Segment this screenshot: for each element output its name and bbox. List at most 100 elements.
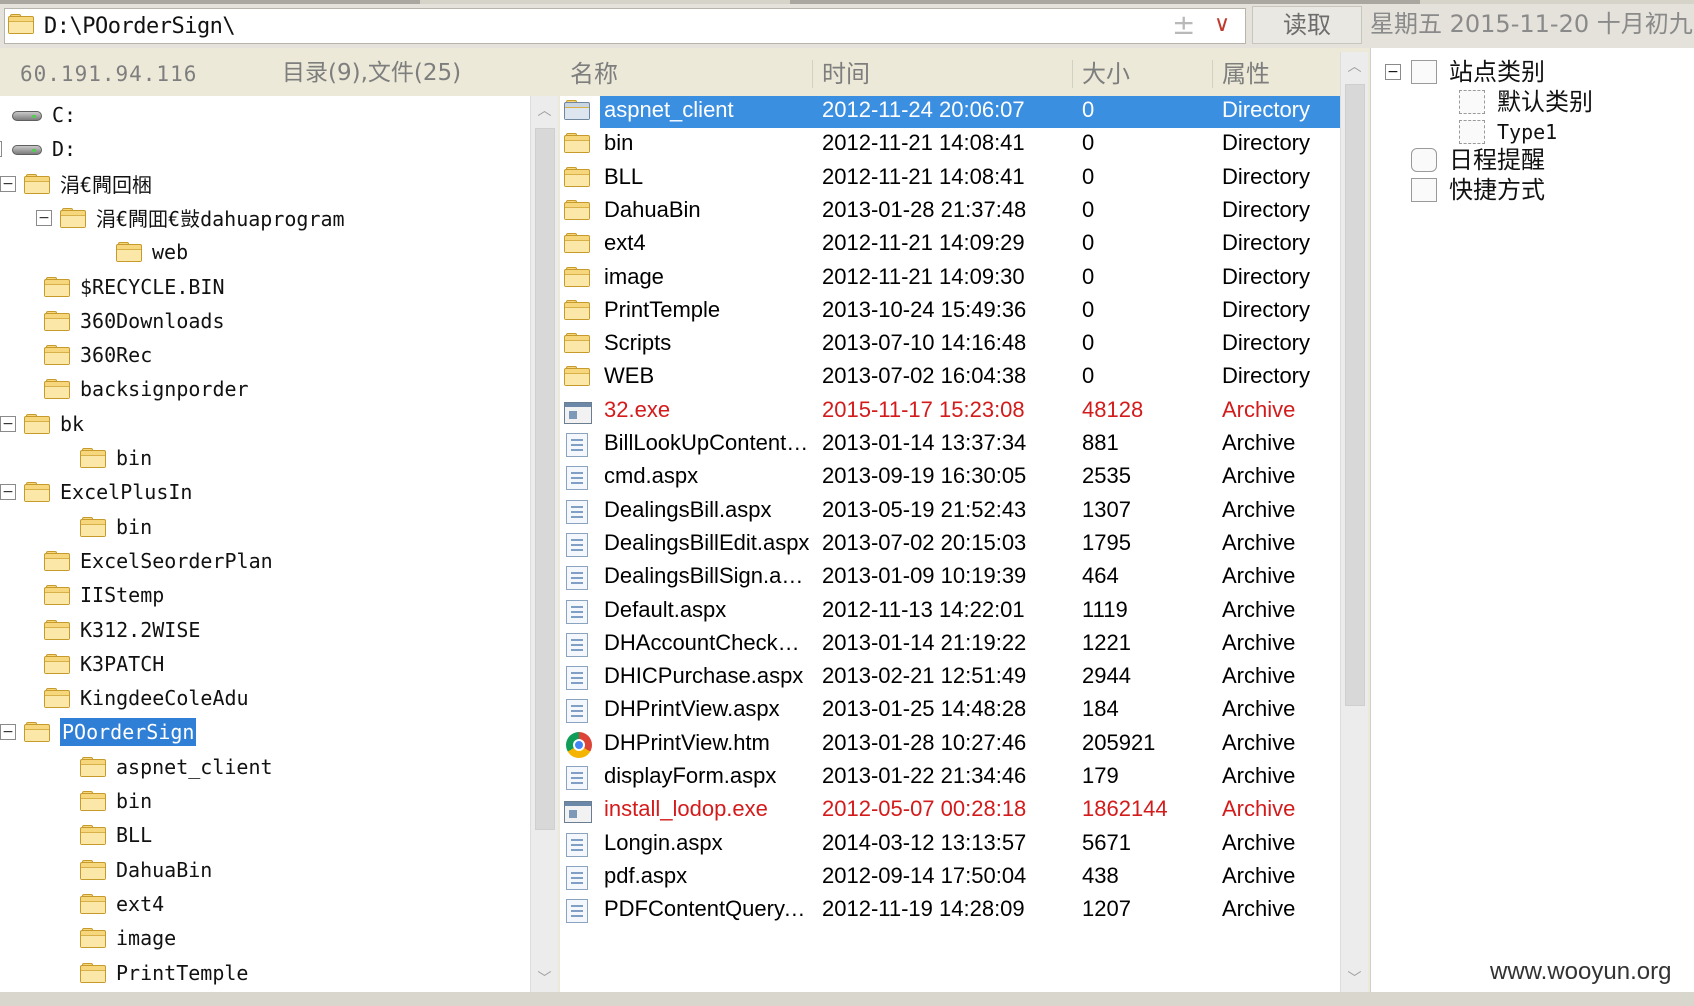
collapse-icon[interactable]: − — [0, 175, 16, 192]
tree-node-label[interactable]: C: — [52, 103, 76, 127]
file-row[interactable]: bin 2012-11-21 14:08:41 0 Directory — [560, 125, 1340, 161]
col-header-size[interactable]: 大小 — [1082, 58, 1130, 90]
file-row[interactable]: image 2012-11-21 14:09:30 0 Directory — [560, 259, 1340, 295]
category-default[interactable]: 默认类别 — [1459, 86, 1593, 118]
collapse-icon[interactable]: − — [0, 724, 16, 741]
tree-node-label[interactable]: PrintTemple — [116, 961, 248, 985]
tree-node[interactable]: bin — [80, 784, 152, 818]
tree-node[interactable]: bin — [80, 510, 152, 544]
tree-node-label[interactable]: K312.2WISE — [80, 618, 200, 642]
file-row[interactable]: DealingsBillEdit.aspx 2013-07-02 20:15:03… — [560, 525, 1340, 561]
col-header-name[interactable]: 名称 — [570, 58, 618, 90]
tree-node[interactable]: ExcelSeorderPlan — [44, 544, 273, 578]
file-row[interactable]: Default.aspx 2012-11-13 14:22:01 1119 Archi… — [560, 592, 1340, 628]
file-row[interactable]: DahuaBin 2013-01-28 21:37:48 0 Directory — [560, 192, 1340, 228]
file-row[interactable]: BLL 2012-11-21 14:08:41 0 Directory — [560, 159, 1340, 195]
tree-node[interactable]: aspnet_client — [80, 750, 273, 784]
tree-node-label[interactable]: DahuaBin — [116, 858, 212, 882]
file-row[interactable]: DHAccountCheckB... 2013-01-14 21:19:22 122… — [560, 625, 1340, 661]
tree-node-label[interactable]: bin — [116, 515, 152, 539]
tree-node-label[interactable]: aspnet_client — [116, 755, 273, 779]
scroll-down-icon[interactable]: ﹀ — [531, 968, 558, 988]
chevron-down-icon[interactable]: ∨ — [1214, 10, 1230, 40]
file-row[interactable]: Longin.aspx 2014-03-12 13:13:57 5671 Archiv… — [560, 825, 1340, 861]
tree-node[interactable]: − POorderSign — [0, 715, 197, 749]
col-divider[interactable] — [812, 60, 813, 88]
schedule-item[interactable]: 日程提醒 — [1411, 144, 1545, 176]
tree-node[interactable]: − D: — [0, 132, 76, 166]
file-row[interactable]: DHPrintView.aspx 2013-01-25 14:48:28 184 Ar… — [560, 691, 1340, 727]
col-header-attr[interactable]: 属性 — [1222, 58, 1270, 90]
tree-node-label[interactable]: bin — [116, 446, 152, 470]
tree-node[interactable]: 360Rec — [44, 338, 152, 372]
file-row[interactable]: cmd.aspx 2013-09-19 16:30:05 2535 Archive — [560, 458, 1340, 494]
tree-node-label[interactable]: D: — [52, 137, 76, 161]
tree-node[interactable]: − ExcelPlusIn — [0, 475, 192, 509]
tree-node[interactable]: image — [80, 921, 176, 955]
file-row[interactable]: DHICPurchase.aspx 2013-02-21 12:51:49 2944… — [560, 658, 1340, 694]
collapse-icon[interactable]: − — [36, 209, 52, 226]
tree-node[interactable]: $RECYCLE.BIN — [44, 270, 225, 304]
read-button[interactable]: 读取 — [1252, 6, 1362, 44]
collapse-icon[interactable]: − — [0, 141, 2, 158]
tree-node[interactable]: PrintTemple — [80, 956, 248, 990]
tree-node[interactable]: KingdeeColeAdu — [44, 681, 249, 715]
tree-node[interactable]: K312.2WISE — [44, 613, 200, 647]
tree-node-label[interactable]: $RECYCLE.BIN — [80, 275, 225, 299]
tree-node-label[interactable]: web — [152, 240, 188, 264]
tree-node[interactable]: − 涓€闁回梱 — [0, 167, 152, 201]
tree-node[interactable]: C: — [10, 98, 76, 132]
tree-node-label[interactable]: 涓€闁回梱 — [60, 169, 152, 198]
file-row[interactable]: displayForm.aspx 2013-01-22 21:34:46 179 Ar… — [560, 758, 1340, 794]
tree-node[interactable]: ext4 — [80, 887, 164, 921]
tree-node-label[interactable]: 360Downloads — [80, 309, 225, 333]
collapse-icon[interactable]: − — [0, 415, 16, 432]
scroll-up-icon[interactable]: ︿ — [531, 100, 558, 120]
col-divider[interactable] — [1212, 60, 1213, 88]
scroll-up-icon[interactable]: ︿ — [1341, 56, 1368, 76]
plus-icon[interactable]: ± — [1172, 10, 1195, 40]
tree-node-label[interactable]: 涓€闁囬€敱dahuaprogram — [96, 203, 345, 232]
tree-node-label[interactable]: BLL — [116, 823, 152, 847]
tree-node[interactable]: − bk — [0, 407, 84, 441]
tree-node-label[interactable]: backsignporder — [80, 377, 249, 401]
tree-scrollbar[interactable]: ︿ ﹀ — [530, 96, 558, 992]
file-row[interactable]: DealingsBillSign.aspx 2013-01-09 10:19:39… — [560, 558, 1340, 594]
tree-node-label[interactable]: bin — [116, 789, 152, 813]
col-header-time[interactable]: 时间 — [822, 58, 870, 90]
tree-node[interactable]: DahuaBin — [80, 853, 212, 887]
tree-node[interactable]: 360Downloads — [44, 304, 225, 338]
collapse-icon[interactable]: − — [1385, 64, 1401, 80]
file-row[interactable]: PDFContentQuery.a... 2012-11-19 14:28:09 1… — [560, 891, 1340, 927]
file-row[interactable]: aspnet_client 2012-11-24 20:06:07 0 Directo… — [560, 96, 1340, 128]
file-row[interactable]: ext4 2012-11-21 14:09:29 0 Directory — [560, 225, 1340, 261]
tree-node-label[interactable]: ext4 — [116, 892, 164, 916]
path-text[interactable]: D:\POorderSign\ — [44, 12, 236, 42]
tree-node[interactable]: K3PATCH — [44, 647, 164, 681]
scroll-down-icon[interactable]: ﹀ — [1341, 968, 1368, 988]
file-row[interactable]: BillLookUpContent.... 2013-01-14 13:37:34… — [560, 425, 1340, 461]
file-row[interactable]: pdf.aspx 2012-09-14 17:50:04 438 Archive — [560, 858, 1340, 894]
tree-node[interactable]: backsignporder — [44, 372, 249, 406]
tree-node-label[interactable]: K3PATCH — [80, 652, 164, 676]
tree-node-label[interactable]: ExcelPlusIn — [60, 480, 192, 504]
col-divider[interactable] — [1072, 60, 1073, 88]
tree-node[interactable]: web — [116, 235, 188, 269]
collapse-icon[interactable]: − — [0, 484, 16, 501]
file-row[interactable]: DHPrintView.htm 2013-01-28 10:27:46 205921… — [560, 725, 1340, 761]
tree-node[interactable]: − 涓€闁囬€敱dahuaprogram — [36, 201, 345, 235]
file-row[interactable]: PrintTemple 2013-10-24 15:49:36 0 Directory — [560, 292, 1340, 328]
tree-node-label[interactable]: 360Rec — [80, 343, 152, 367]
tree-node-label[interactable]: POorderSign — [60, 718, 197, 747]
scroll-thumb[interactable] — [535, 128, 555, 830]
tree-node[interactable]: IIStemp — [44, 578, 164, 612]
list-scrollbar[interactable]: ︿ ﹀ — [1340, 52, 1368, 992]
tree-node-label[interactable]: ExcelSeorderPlan — [80, 549, 273, 573]
file-row[interactable]: install_lodop.exe 2012-05-07 00:28:18 1862… — [560, 791, 1340, 827]
tree-node-label[interactable]: image — [116, 926, 176, 950]
tree-node-label[interactable]: IIStemp — [80, 583, 164, 607]
tree-node[interactable]: bin — [80, 441, 152, 475]
shortcut-item[interactable]: 快捷方式 — [1411, 174, 1545, 206]
tree-node[interactable]: BLL — [80, 818, 152, 852]
category-root[interactable]: − 站点类别 — [1385, 56, 1545, 88]
